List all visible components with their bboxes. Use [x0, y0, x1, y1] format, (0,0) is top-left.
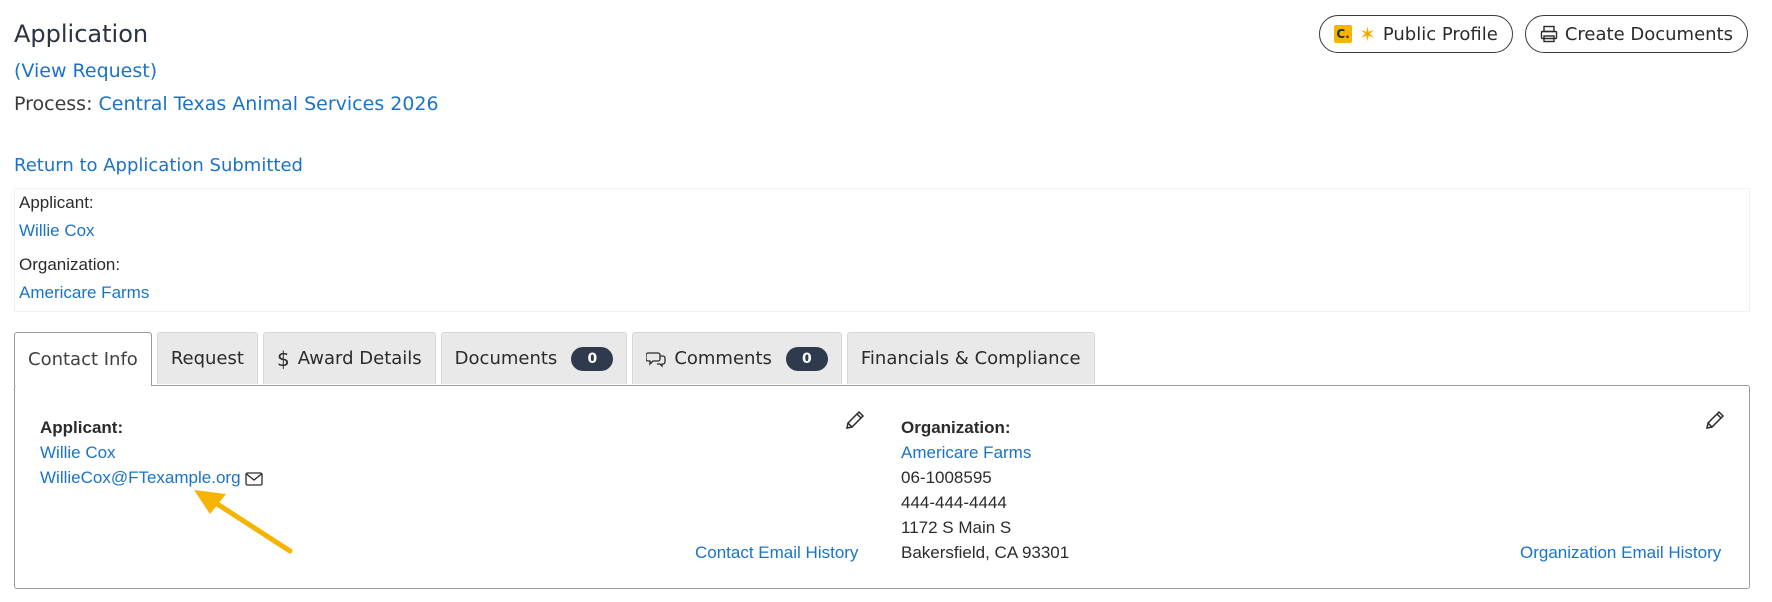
edit-organization-pencil-icon[interactable]	[1703, 408, 1727, 432]
top-actions: C. ✶ Public Profile Create Documents	[1319, 15, 1748, 53]
process-link[interactable]: Central Texas Animal Services 2026	[99, 93, 439, 115]
tab-label: Award Details	[297, 348, 422, 369]
public-profile-button[interactable]: C. ✶ Public Profile	[1319, 15, 1513, 53]
summary-applicant-label: Applicant:	[19, 193, 94, 212]
tab-label: Financials & Compliance	[860, 348, 1081, 369]
tab-label: Comments	[674, 348, 772, 369]
process-label: Process:	[14, 93, 99, 115]
applicant-email-row: WillieCox@FTexample.org	[40, 468, 263, 488]
comments-count-badge: 0	[785, 346, 828, 371]
applicant-summary: Applicant: Willie Cox Organization: Amer…	[14, 188, 1750, 312]
candid-badge-icon: C.	[1334, 25, 1353, 43]
page-title: Application	[14, 20, 149, 48]
tab-award-details[interactable]: $ Award Details	[262, 332, 436, 384]
applicant-label: Applicant:	[40, 418, 124, 437]
create-documents-button[interactable]: Create Documents	[1524, 15, 1748, 53]
view-request-link[interactable]: (View Request)	[14, 60, 157, 82]
star-icon: ✶	[1359, 22, 1376, 46]
applicant-email-link[interactable]: WillieCox@FTexample.org	[40, 468, 241, 487]
envelope-icon[interactable]	[244, 471, 263, 486]
documents-count-badge: 0	[571, 346, 614, 371]
public-profile-label: Public Profile	[1382, 23, 1498, 45]
contact-email-history-link[interactable]: Contact Email History	[695, 543, 858, 563]
tab-label: Documents	[454, 348, 558, 369]
organization-name-link[interactable]: Americare Farms	[901, 443, 1031, 463]
tab-label: Request	[170, 348, 244, 369]
tab-request[interactable]: Request	[156, 332, 258, 384]
organization-phone: 444-444-4444	[901, 493, 1007, 512]
printer-icon	[1540, 25, 1558, 43]
summary-organization-label: Organization:	[19, 255, 121, 274]
organization-email-history-link[interactable]: Organization Email History	[1520, 543, 1721, 563]
tab-documents[interactable]: Documents 0	[440, 332, 628, 384]
tab-financials-compliance[interactable]: Financials & Compliance	[846, 332, 1095, 384]
organization-label: Organization:	[901, 418, 1011, 437]
tab-comments[interactable]: Comments 0	[632, 332, 842, 384]
contact-info-panel: Applicant: Willie Cox WillieCox@FTexampl…	[14, 385, 1750, 589]
dollar-icon: $	[276, 346, 290, 371]
organization-ein: 06-1008595	[901, 468, 992, 487]
summary-organization-link[interactable]: Americare Farms	[19, 283, 149, 303]
return-link[interactable]: Return to Application Submitted	[14, 155, 303, 176]
applicant-name-link[interactable]: Willie Cox	[40, 443, 116, 463]
edit-applicant-pencil-icon[interactable]	[843, 408, 867, 432]
summary-applicant-link[interactable]: Willie Cox	[19, 221, 95, 241]
organization-address-line1: 1172 S Main S	[901, 518, 1012, 537]
tab-bar: Contact Info Request $ Award Details Doc…	[14, 332, 1095, 386]
tab-label: Contact Info	[28, 349, 138, 370]
process-line: Process: Central Texas Animal Services 2…	[14, 93, 439, 115]
create-documents-label: Create Documents	[1564, 23, 1733, 45]
annotation-arrow-icon	[194, 490, 293, 554]
tab-contact-info[interactable]: Contact Info	[14, 332, 152, 386]
comments-icon	[646, 351, 666, 368]
organization-address-line2: Bakersfield, CA 93301	[901, 543, 1070, 562]
